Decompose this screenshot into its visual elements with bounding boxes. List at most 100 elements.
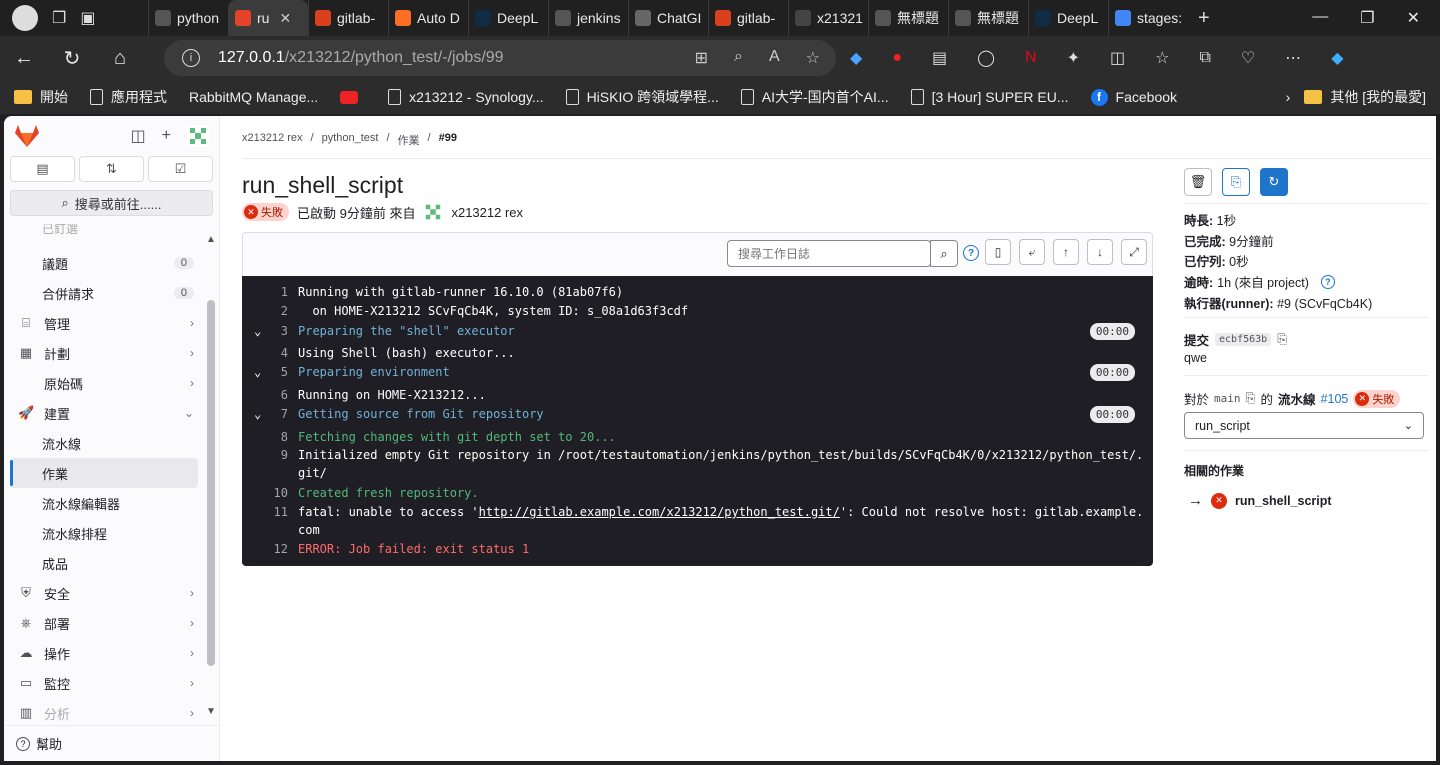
help-button[interactable]: ? 幫助 bbox=[4, 725, 220, 761]
log-search-button[interactable]: ⌕ bbox=[930, 240, 958, 267]
other-bookmarks-folder[interactable]: 其他 [我的最愛] bbox=[1304, 87, 1426, 107]
job-user-link[interactable]: x213212 rex bbox=[451, 205, 523, 220]
sidebar-scrollbar[interactable]: ▲ ▼ bbox=[205, 230, 217, 720]
profile-icon[interactable] bbox=[12, 5, 38, 31]
browser-tab[interactable]: gitlab- bbox=[308, 0, 388, 36]
log-line-number[interactable]: 6 bbox=[242, 388, 298, 402]
chevron-down-icon[interactable]: ⌄ bbox=[254, 324, 261, 338]
sidebar-item[interactable]: ⎈ 部署 › bbox=[4, 608, 204, 638]
log-line-number[interactable]: 7 bbox=[242, 407, 298, 421]
breadcrumb-current[interactable]: #99 bbox=[439, 132, 457, 148]
browser-tab[interactable]: Auto D bbox=[388, 0, 468, 36]
browser-tab[interactable]: DeepL bbox=[468, 0, 548, 36]
sidebar-item[interactable]: ☁ 操作 › bbox=[4, 638, 204, 668]
log-line-number[interactable]: 10 bbox=[242, 486, 298, 500]
avatar[interactable] bbox=[423, 202, 444, 222]
copy-icon[interactable]: ⎘ bbox=[1277, 332, 1287, 347]
pipeline-status-badge[interactable]: ✕ 失敗 bbox=[1353, 389, 1401, 408]
sidebar-item[interactable]: 成品 bbox=[4, 548, 204, 578]
sidebar-item[interactable]: ▥ 分析 › bbox=[4, 698, 204, 728]
log-line-number[interactable]: 3 bbox=[242, 324, 298, 338]
log-url-link[interactable]: http://gitlab.example.com/x213212/python… bbox=[479, 505, 840, 519]
sidebar-item[interactable]: ▭ 監控 › bbox=[4, 668, 204, 698]
help-icon[interactable]: ? bbox=[963, 245, 979, 261]
browser-tab[interactable]: ChatGI bbox=[628, 0, 708, 36]
bookmarks-more-chevron-icon[interactable]: › bbox=[1286, 89, 1291, 105]
new-issue-button[interactable]: ⎘ bbox=[1222, 168, 1250, 196]
browser-tab[interactable]: python bbox=[148, 0, 228, 36]
close-window-icon[interactable]: ✕ bbox=[1407, 8, 1420, 28]
collections-icon[interactable]: ⧉ bbox=[1199, 49, 1210, 67]
avatar[interactable] bbox=[187, 125, 209, 147]
bookmark-item[interactable]: [3 Hour] SUPER EU... bbox=[910, 89, 1069, 105]
sidebar-item[interactable]: 🚀 建置 ⌄ bbox=[4, 398, 204, 428]
related-job-item[interactable]: → ✕ run_shell_script bbox=[1188, 492, 1332, 509]
split-screen-icon[interactable]: ◫ bbox=[1110, 48, 1125, 68]
browser-tab[interactable]: ru ✕ bbox=[228, 0, 308, 36]
address-bar[interactable]: i 127.0.0.1/x213212/python_test/-/jobs/9… bbox=[164, 40, 836, 76]
bookmark-item[interactable]: x213212 - Synology... bbox=[388, 89, 544, 105]
mouse-extension-icon[interactable]: ◯ bbox=[977, 48, 995, 68]
log-search-input[interactable] bbox=[727, 240, 931, 267]
more-icon[interactable]: ⋯ bbox=[1285, 48, 1301, 68]
copilot-icon[interactable]: ◆ bbox=[1331, 48, 1343, 68]
log-line-number[interactable]: 5 bbox=[242, 365, 298, 379]
copy-icon[interactable]: ⎘ bbox=[1246, 391, 1256, 406]
bookmark-item[interactable]: HiSKIO 跨領域學程... bbox=[565, 87, 719, 107]
todos-counter-button[interactable]: ☑ bbox=[148, 156, 213, 182]
sidebar-item[interactable]: 流水線排程 bbox=[4, 518, 204, 548]
sidebar-pinned-header[interactable]: 已釘選 bbox=[4, 224, 78, 238]
erase-log-button[interactable]: 🗑 bbox=[1184, 168, 1212, 196]
screenshot-extension-icon[interactable]: ▤ bbox=[932, 48, 947, 68]
close-tab-icon[interactable]: ✕ bbox=[279, 10, 291, 27]
browser-tab[interactable]: stages: bbox=[1108, 0, 1188, 36]
create-new-icon[interactable]: + bbox=[162, 127, 171, 145]
read-aloud-icon[interactable]: A bbox=[769, 48, 780, 68]
breadcrumb-user[interactable]: x213212 rex bbox=[242, 132, 303, 148]
runner-value[interactable]: #9 (SCvFqCb4K) bbox=[1277, 297, 1372, 311]
log-line-number[interactable]: 8 bbox=[242, 430, 298, 444]
sidebar-item[interactable]: 流水線 bbox=[4, 428, 204, 458]
browser-tab[interactable]: 無標題 bbox=[868, 0, 948, 36]
minimize-icon[interactable]: — bbox=[1312, 8, 1328, 28]
sidebar-search-button[interactable]: ⌕ 搜尋或前往...... bbox=[10, 190, 213, 216]
gem-extension-icon[interactable]: ◆ bbox=[850, 48, 862, 68]
browser-tab[interactable]: DeepL bbox=[1028, 0, 1108, 36]
zoom-icon[interactable]: ⌕ bbox=[734, 48, 743, 68]
scroll-bottom-button[interactable]: ↓ bbox=[1087, 239, 1113, 265]
restore-icon[interactable]: ❐ bbox=[1360, 8, 1374, 28]
log-line-number[interactable] bbox=[242, 466, 298, 480]
merge-requests-counter-button[interactable]: ⇅ bbox=[79, 156, 144, 182]
bookmark-item[interactable] bbox=[340, 90, 366, 104]
sidebar-item[interactable]: 合併請求 0 bbox=[4, 278, 204, 308]
site-info-icon[interactable]: i bbox=[182, 49, 200, 67]
breadcrumb-jobs[interactable]: 作業 bbox=[398, 132, 420, 148]
browser-tab[interactable]: 無標題 bbox=[948, 0, 1028, 36]
back-icon[interactable]: ← bbox=[0, 47, 48, 70]
log-line-number[interactable]: 11 bbox=[242, 505, 298, 519]
pipeline-link[interactable]: #105 bbox=[1321, 392, 1349, 406]
status-badge[interactable]: ✕ 失敗 bbox=[242, 203, 289, 221]
help-icon[interactable]: ? bbox=[1320, 274, 1335, 289]
m-extension-icon[interactable]: ● bbox=[892, 49, 902, 67]
bookmark-item[interactable]: 應用程式 bbox=[90, 87, 167, 107]
health-icon[interactable]: ♡ bbox=[1241, 48, 1255, 68]
reload-icon[interactable]: ↻ bbox=[48, 46, 96, 71]
log-line-number[interactable]: 9 bbox=[242, 448, 298, 462]
bookmark-item[interactable]: RabbitMQ Manage... bbox=[189, 89, 318, 105]
workspaces-icon[interactable]: ❐ bbox=[52, 8, 66, 28]
favorite-star-icon[interactable]: ☆ bbox=[806, 48, 820, 68]
fullscreen-button[interactable]: ⤢ bbox=[1121, 239, 1147, 265]
sidebar-scroll-thumb[interactable] bbox=[207, 300, 215, 666]
log-line-number[interactable]: 1 bbox=[242, 285, 298, 299]
tab-actions-icon[interactable]: ▣ bbox=[80, 8, 95, 28]
scroll-up-icon[interactable]: ▲ bbox=[205, 234, 217, 245]
sidebar-item[interactable]: ▦ 計劃 › bbox=[4, 338, 204, 368]
log-line-number[interactable]: 2 bbox=[242, 304, 298, 318]
sidebar-item[interactable]: 作業 bbox=[10, 458, 198, 488]
pipeline-branch[interactable]: main bbox=[1214, 392, 1241, 405]
bookmark-item[interactable]: 開始 bbox=[14, 87, 68, 107]
netflix-extension-icon[interactable]: N bbox=[1025, 49, 1037, 67]
gitlab-logo-icon[interactable] bbox=[14, 124, 40, 148]
sidebar-item[interactable]: 議題 0 bbox=[4, 248, 204, 278]
